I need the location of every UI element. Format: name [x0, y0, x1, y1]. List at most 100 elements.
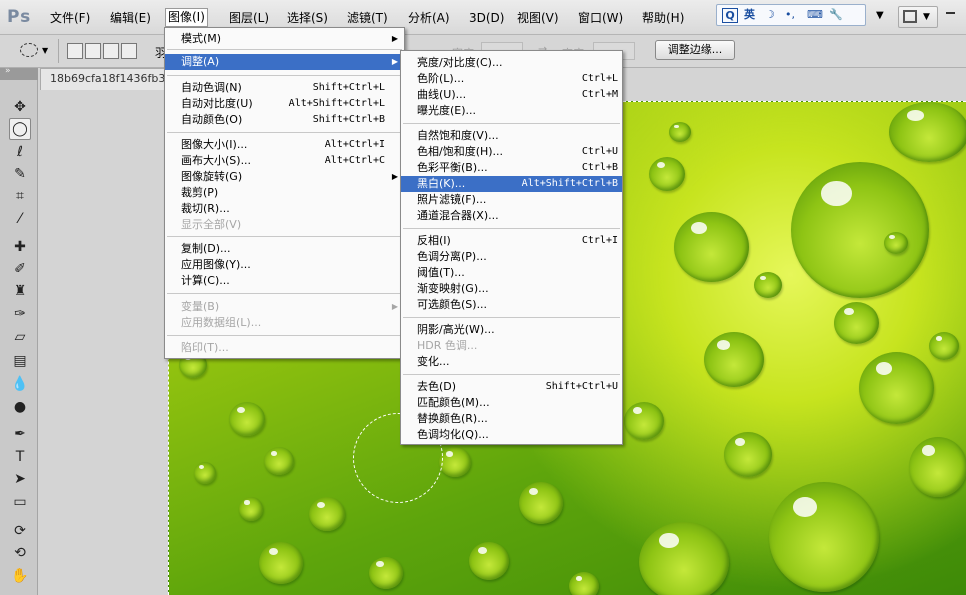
eraser-tool-icon[interactable]: ▱: [9, 326, 31, 348]
adjust-menu-item[interactable]: 色调均化(Q)...: [401, 427, 622, 443]
refine-edge-button[interactable]: 调整边缘...: [655, 40, 735, 60]
minimize-icon[interactable]: [946, 12, 955, 14]
add-to-selection-icon[interactable]: [85, 43, 101, 59]
menu-image[interactable]: 图像(I): [165, 8, 208, 27]
dot-icon[interactable]: •,: [785, 8, 795, 23]
ime-logo-icon[interactable]: Q: [722, 8, 738, 23]
moon-icon[interactable]: ☽: [765, 8, 775, 23]
menu-filter[interactable]: 滤镜(T): [345, 10, 390, 28]
menu-file[interactable]: 文件(F): [48, 10, 92, 28]
adjust-menu-item[interactable]: 渐变映射(G)...: [401, 281, 622, 297]
brush-tool-icon[interactable]: ✐: [9, 258, 31, 280]
clone-stamp-tool-icon[interactable]: ♜: [9, 280, 31, 302]
menu-item-label: 通道混合器(X)...: [417, 209, 499, 222]
adjust-menu-item[interactable]: 色调分离(P)...: [401, 249, 622, 265]
hand-tool-icon[interactable]: ✋: [9, 565, 31, 587]
collapse-icon[interactable]: »: [5, 66, 11, 76]
arrange-documents-button[interactable]: ▼: [898, 6, 938, 28]
adjust-menu-item[interactable]: 曲线(U)... Ctrl+M: [401, 87, 622, 103]
intersect-selection-icon[interactable]: [121, 43, 137, 59]
preset-dropdown-icon[interactable]: ▼: [42, 46, 48, 55]
adjust-menu-item[interactable]: 阈值(T)...: [401, 265, 622, 281]
adjust-menu-item[interactable]: 自然饱和度(V)...: [401, 128, 622, 144]
adjust-menu-item[interactable]: 可选颜色(S)...: [401, 297, 622, 313]
ime-dropdown-icon[interactable]: ▼: [876, 10, 884, 21]
menu-help[interactable]: 帮助(H): [640, 10, 686, 28]
document-tab[interactable]: 18b69cfa18f1436fb3: [40, 68, 170, 90]
water-drop: [259, 542, 303, 584]
image-menu-item[interactable]: 应用图像(Y)...: [165, 257, 404, 273]
eyedropper-tool-icon[interactable]: ⁄: [9, 208, 31, 230]
image-menu-item[interactable]: 自动颜色(O) Shift+Ctrl+B: [165, 112, 404, 128]
adjust-menu-item[interactable]: 色彩平衡(B)... Ctrl+B: [401, 160, 622, 176]
menu-3d[interactable]: 3D(D): [467, 10, 506, 28]
subtract-from-selection-icon[interactable]: [103, 43, 119, 59]
pen-tool-icon[interactable]: ✒: [9, 423, 31, 445]
gradient-tool-icon[interactable]: ▤: [9, 350, 31, 372]
ime-mode-label[interactable]: 英: [744, 8, 755, 23]
menu-item-label: 曲线(U)...: [417, 88, 467, 101]
tools-panel-header[interactable]: »: [0, 66, 38, 80]
type-tool-icon[interactable]: T: [9, 446, 31, 468]
adjust-menu-item[interactable]: 亮度/对比度(C)...: [401, 55, 622, 71]
adjust-menu-item[interactable]: 阴影/高光(W)...: [401, 322, 622, 338]
image-menu-item[interactable]: 裁切(R)...: [165, 201, 404, 217]
menu-item-label: 模式(M): [181, 32, 222, 45]
history-brush-tool-icon[interactable]: ✑: [9, 303, 31, 325]
blur-tool-icon[interactable]: 💧: [9, 373, 31, 395]
submenu-arrow-icon: ▶: [391, 34, 398, 43]
adjust-menu-item[interactable]: 变化...: [401, 354, 622, 370]
ellipse-preset-icon[interactable]: [20, 43, 38, 57]
keyboard-icon[interactable]: ⌨: [807, 8, 823, 23]
dodge-tool-icon[interactable]: ●: [9, 396, 31, 418]
menu-analysis[interactable]: 分析(A): [406, 10, 452, 28]
3d-rotate-tool-icon[interactable]: ⟳: [9, 520, 31, 542]
quick-selection-tool-icon[interactable]: ✎: [9, 163, 31, 185]
image-menu-item[interactable]: 复制(D)...: [165, 241, 404, 257]
menu-separator: [403, 374, 620, 375]
water-drop: [859, 352, 934, 424]
menu-view[interactable]: 视图(V): [515, 10, 561, 28]
adjust-menu-item[interactable]: 色相/饱和度(H)... Ctrl+U: [401, 144, 622, 160]
move-tool-icon[interactable]: ✥: [9, 96, 31, 118]
path-selection-tool-icon[interactable]: ➤: [9, 468, 31, 490]
adjust-menu-item[interactable]: 照片滤镜(F)...: [401, 192, 622, 208]
adjust-menu-item[interactable]: 去色(D) Shift+Ctrl+U: [401, 379, 622, 395]
menu-edit[interactable]: 编辑(E): [108, 10, 153, 28]
adjust-menu-item[interactable]: 通道混合器(X)...: [401, 208, 622, 224]
wrench-icon[interactable]: 🔧: [829, 8, 843, 23]
adjust-menu-item[interactable]: 替换颜色(R)...: [401, 411, 622, 427]
image-menu-item[interactable]: 计算(C)...: [165, 273, 404, 289]
adjust-menu-item[interactable]: 匹配颜色(M)...: [401, 395, 622, 411]
adjust-menu-item[interactable]: 曝光度(E)...: [401, 103, 622, 119]
lasso-tool-icon[interactable]: ℓ: [9, 141, 31, 163]
menu-item-label: 色相/饱和度(H)...: [417, 145, 504, 158]
image-menu-item[interactable]: 模式(M) ▶: [165, 31, 404, 47]
menu-item-label: 色阶(L)...: [417, 72, 465, 85]
ime-toolbar[interactable]: Q 英 ☽ •, ⌨ 🔧: [716, 4, 866, 26]
water-drop: [884, 232, 908, 254]
image-menu-item[interactable]: 自动对比度(U) Alt+Shift+Ctrl+L: [165, 96, 404, 112]
image-menu-item[interactable]: 自动色调(N) Shift+Ctrl+L: [165, 80, 404, 96]
new-selection-icon[interactable]: [67, 43, 83, 59]
image-menu-item[interactable]: 画布大小(S)... Alt+Ctrl+C: [165, 153, 404, 169]
3d-orbit-tool-icon[interactable]: ⟲: [9, 542, 31, 564]
adjust-menu-item[interactable]: 反相(I) Ctrl+I: [401, 233, 622, 249]
elliptical-marquee-tool-icon[interactable]: ◯: [9, 118, 31, 140]
rectangle-tool-icon[interactable]: ▭: [9, 491, 31, 513]
menu-item-label: 色彩平衡(B)...: [417, 161, 488, 174]
healing-brush-tool-icon[interactable]: ✚: [9, 236, 31, 258]
image-menu-item[interactable]: 裁剪(P): [165, 185, 404, 201]
menu-select[interactable]: 选择(S): [285, 10, 330, 28]
menu-item-shortcut: Ctrl+U: [581, 146, 618, 157]
adjust-menu-item[interactable]: 黑白(K)... Alt+Shift+Ctrl+B: [401, 176, 622, 192]
menu-layer[interactable]: 图层(L): [227, 10, 271, 28]
adjust-menu-item[interactable]: 色阶(L)... Ctrl+L: [401, 71, 622, 87]
menu-window[interactable]: 窗口(W): [576, 10, 625, 28]
menu-item-label: 变量(B): [181, 300, 220, 313]
crop-tool-icon[interactable]: ⌗: [9, 185, 31, 207]
image-menu-item[interactable]: 图像大小(I)... Alt+Ctrl+I: [165, 137, 404, 153]
image-menu-item[interactable]: 调整(A) ▶: [165, 54, 404, 70]
image-menu-item[interactable]: 图像旋转(G) ▶: [165, 169, 404, 185]
water-drop: [929, 332, 959, 360]
